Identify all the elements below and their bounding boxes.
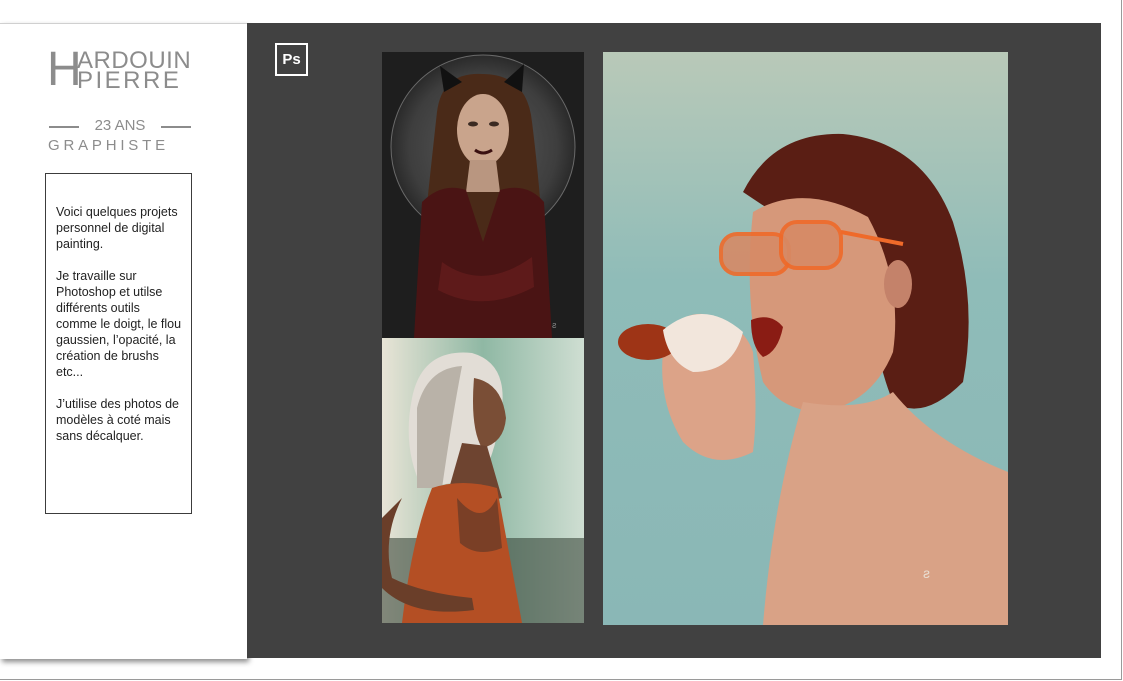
age-divider-right	[161, 126, 191, 128]
logo-last-name: PIERRE	[77, 67, 182, 94]
svg-text:ƨ: ƨ	[552, 320, 557, 330]
name-logo: H ARDOUIN PIERRE 23 ANS GRAPHISTE	[47, 46, 197, 154]
artwork-white-hair-woman-image	[382, 338, 584, 623]
description-paragraph-2: Je travaille sur Photoshop et utilse dif…	[56, 269, 182, 379]
artwork-catwoman-image: ƨ	[382, 52, 584, 338]
description-paragraph-1: Voici quelques projets personnel de digi…	[56, 205, 178, 251]
artwork-hotdog-woman[interactable]: ƨ	[603, 52, 1008, 625]
artwork-catwoman[interactable]: ƨ	[382, 52, 584, 338]
description-box: Voici quelques projets personnel de digi…	[45, 173, 192, 514]
artwork-hotdog-woman-image: ƨ	[603, 52, 1008, 625]
photoshop-icon: Ps	[275, 43, 308, 76]
artwork-white-hair-woman[interactable]	[382, 338, 584, 623]
svg-text:ƨ: ƨ	[923, 565, 930, 581]
age-row: 23 ANS	[49, 118, 191, 134]
profile-card: H ARDOUIN PIERRE 23 ANS GRAPHISTE Voici …	[0, 23, 247, 659]
description-paragraph-3: J’utilise des photos de modèles à coté m…	[56, 397, 179, 443]
job-title: GRAPHISTE	[48, 137, 169, 154]
